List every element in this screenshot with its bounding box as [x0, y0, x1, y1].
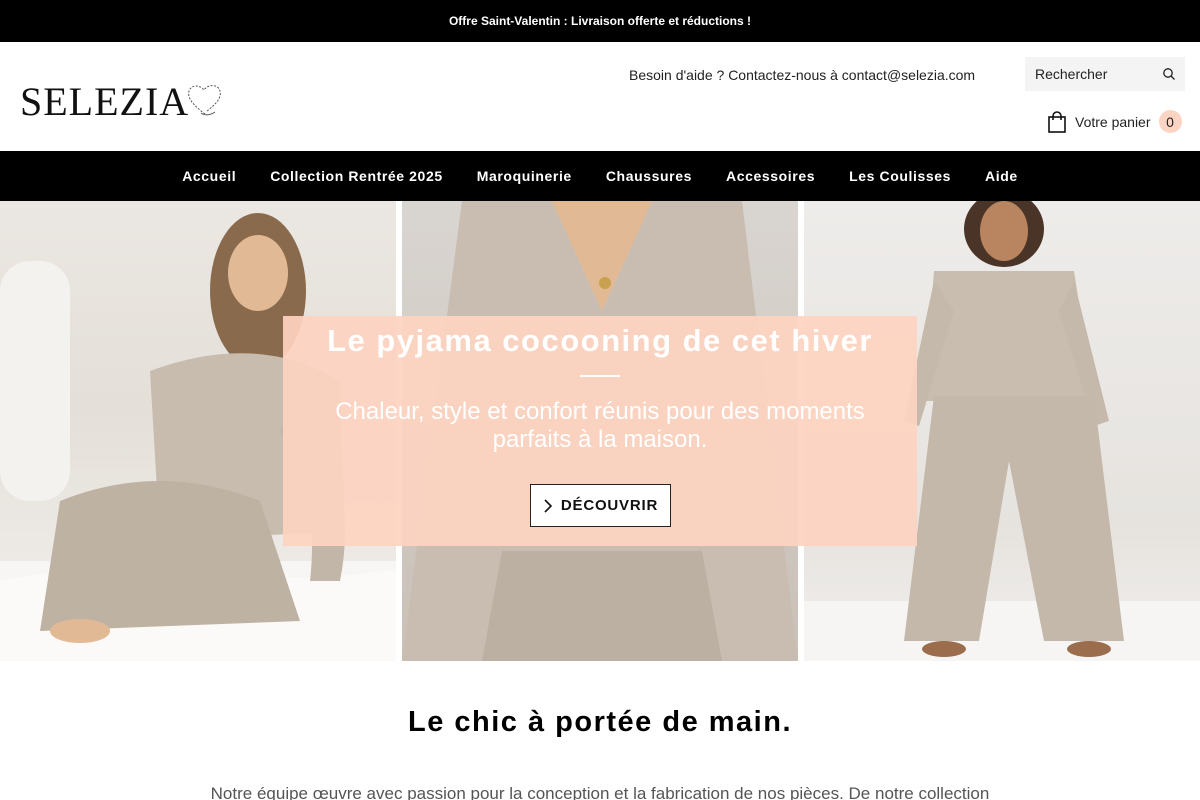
heart-icon [188, 85, 222, 116]
chevron-right-icon [544, 498, 553, 513]
main-nav: Accueil Collection Rentrée 2025 Maroquin… [0, 151, 1200, 201]
hero-subtitle: Chaleur, style et confort réunis pour de… [335, 398, 865, 453]
help-contact-text: Besoin d'aide ? Contactez-nous à contact… [629, 67, 976, 83]
announcement-bar: Offre Saint-Valentin : Livraison offerte… [0, 0, 1200, 42]
section-title: Le chic à portée de main. [408, 706, 792, 738]
nav-item-accueil[interactable]: Accueil [182, 168, 236, 184]
hero-title: Le pyjama cocooning de cet hiver [327, 323, 873, 358]
nav-item-collection[interactable]: Collection Rentrée 2025 [270, 168, 443, 184]
search-icon[interactable] [1162, 67, 1176, 81]
nav-item-chaussures[interactable]: Chaussures [606, 168, 692, 184]
search-input[interactable] [1035, 66, 1160, 82]
section-text: Notre équipe œuvre avec passion pour la … [210, 784, 990, 800]
cart-label: Votre panier [1075, 113, 1151, 130]
nav-item-accessoires[interactable]: Accessoires [726, 168, 815, 184]
discover-button-label: DÉCOUVRIR [560, 497, 659, 514]
hero-text-overlay: Le pyjama cocooning de cet hiver Chaleur… [283, 316, 917, 546]
nav-item-coulisses[interactable]: Les Coulisses [849, 168, 951, 184]
discover-button[interactable]: DÉCOUVRIR [530, 484, 671, 527]
hero-banner: Le pyjama cocooning de cet hiver Chaleur… [0, 201, 1200, 661]
logo[interactable]: SELEZIA [20, 80, 225, 122]
nav-item-aide[interactable]: Aide [985, 168, 1018, 184]
announcement-text: Offre Saint-Valentin : Livraison offerte… [448, 14, 752, 28]
logo-text: SELEZIA [20, 79, 190, 124]
hero-divider [580, 375, 620, 377]
cart-count-badge: 0 [1158, 110, 1182, 133]
site-header: SELEZIA Besoin d'aide ? Contactez-nous à… [0, 42, 1200, 151]
cart-link[interactable]: Votre panier 0 [1047, 110, 1182, 133]
search-box[interactable] [1025, 57, 1185, 91]
nav-item-maroquinerie[interactable]: Maroquinerie [477, 168, 572, 184]
shopping-bag-icon [1048, 110, 1066, 133]
